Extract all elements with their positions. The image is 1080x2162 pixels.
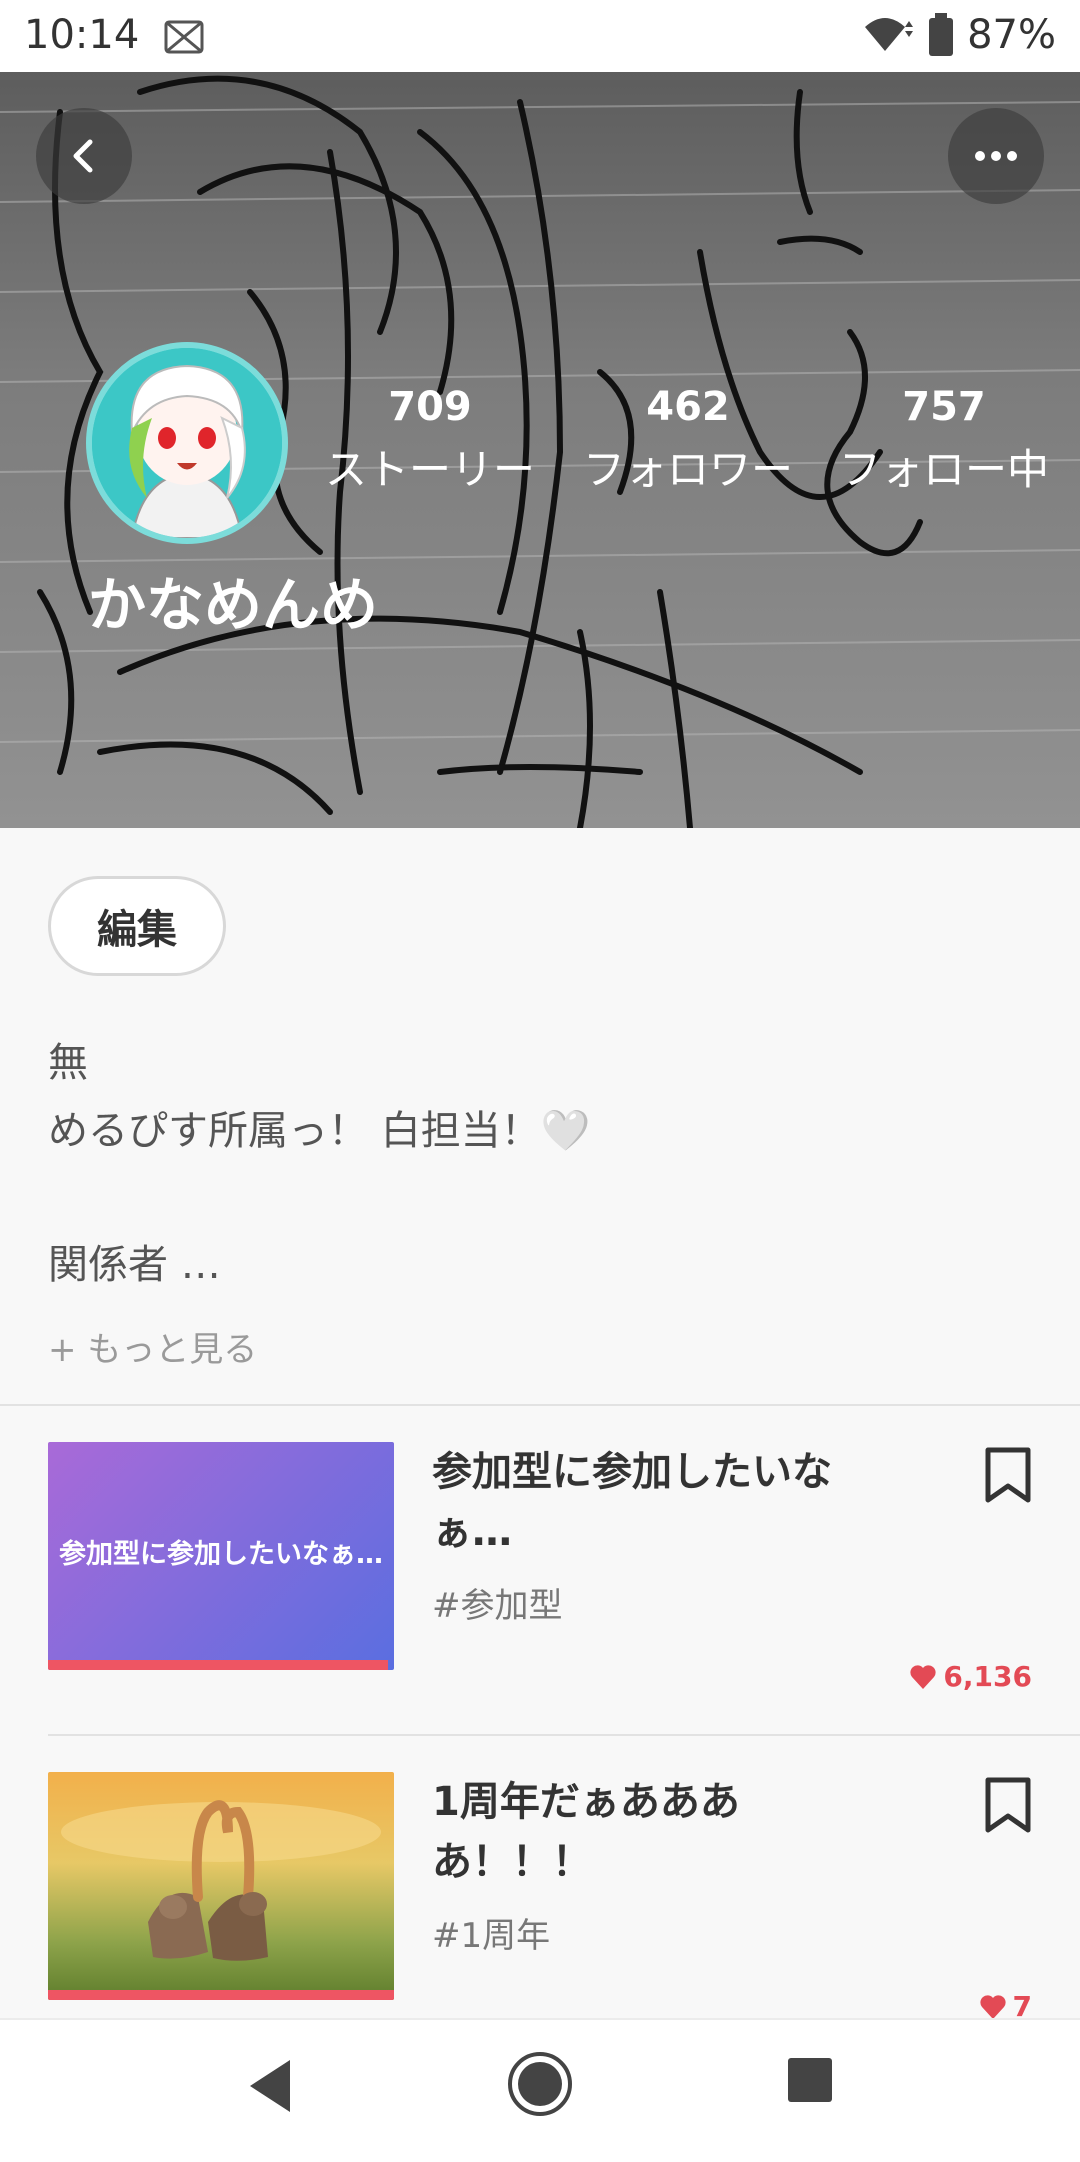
bookmark-icon[interactable] — [982, 1446, 1034, 1506]
stat-following-label: フォロー中 — [838, 445, 1049, 494]
stat-following[interactable]: 757 フォロー中 — [834, 384, 1054, 497]
status-time: 10:14 — [24, 12, 140, 58]
stat-stories-label: ストーリー — [324, 445, 535, 494]
bio-line-3: 関係者 … — [48, 1242, 221, 1288]
heart-icon — [979, 1994, 1006, 2019]
story-thumbnail[interactable] — [48, 1772, 394, 2000]
divider — [48, 1734, 1080, 1736]
story-card[interactable]: 参加型に参加したいなぁ… 参加型に参加したいなぁ… #参加型 6,136 — [0, 1442, 1080, 1742]
notification-icon — [164, 20, 204, 54]
back-button[interactable] — [36, 108, 132, 204]
system-nav-bar — [0, 2018, 1080, 2162]
story-thumbnail-title: 参加型に参加したいなぁ… — [59, 1538, 383, 1570]
likes-value: 6,136 — [943, 1660, 1032, 1693]
divider — [0, 1404, 1080, 1406]
stat-stories[interactable]: 709 ストーリー — [320, 384, 540, 497]
battery-percent: 87% — [967, 12, 1056, 58]
stat-followers-count: 462 — [646, 384, 730, 430]
status-right: 87% — [863, 12, 1056, 58]
wifi-icon — [865, 18, 914, 51]
story-title: 1周年だぁああああ！！！ — [432, 1779, 740, 1885]
bio-line-1: 無 — [48, 1040, 88, 1086]
cats-photo — [61, 1800, 381, 1961]
battery-icon — [929, 13, 954, 56]
read-progress-bar — [48, 1990, 394, 2000]
heart-icon — [910, 1664, 937, 1689]
username: かなめんめ — [88, 571, 379, 639]
stat-stories-count: 709 — [388, 384, 472, 430]
recents-square-icon[interactable] — [786, 2056, 834, 2104]
stat-followers[interactable]: 462 フォロワー — [578, 384, 798, 497]
edit-profile-button[interactable]: 編集 — [48, 876, 226, 976]
more-options-button[interactable] — [948, 108, 1044, 204]
stat-following-count: 757 — [902, 384, 986, 430]
home-circle-icon[interactable] — [506, 2050, 574, 2118]
profile-header: 709 ストーリー 462 フォロワー 757 フォロー中 かなめんめ — [0, 72, 1080, 828]
avatar-illustration — [92, 348, 282, 538]
avatar[interactable] — [86, 342, 288, 544]
back-triangle-icon[interactable] — [244, 2056, 296, 2116]
read-progress-bar — [48, 1660, 388, 1670]
bookmark-icon[interactable] — [982, 1776, 1034, 1836]
status-bar: 10:14 87% — [0, 0, 1080, 72]
story-tag[interactable]: #参加型 — [432, 1578, 563, 1627]
stat-followers-label: フォロワー — [582, 445, 793, 494]
more-horizontal-icon — [975, 151, 1017, 161]
story-title: 参加型に参加したいなぁ… — [432, 1449, 832, 1555]
see-more-link[interactable]: + もっと見る — [48, 1322, 257, 1371]
chevron-left-icon — [73, 139, 93, 173]
story-tag[interactable]: #1周年 — [432, 1908, 550, 1957]
story-thumbnail[interactable]: 参加型に参加したいなぁ… — [48, 1442, 394, 1670]
likes-count: 6,136 — [909, 1660, 1032, 1693]
bio-line-2: めるぴす所属っ！ 白担当！🤍 — [48, 1108, 591, 1154]
